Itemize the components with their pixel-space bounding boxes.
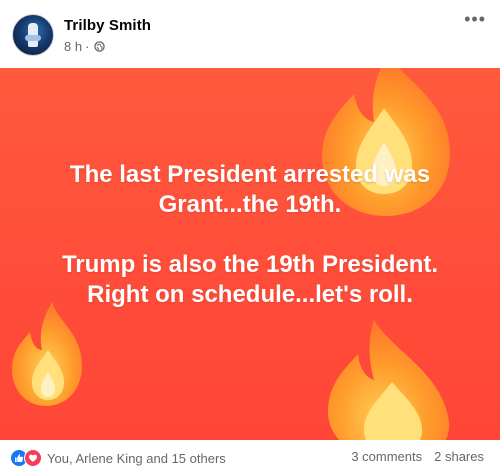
image-text-line-3: Trump is also the 19th President.: [61, 251, 439, 278]
post-image-text: The last President arrested was Grant...…: [0, 160, 500, 310]
fire-emoji-bottom-left: [12, 302, 82, 406]
engagement-counts: 3 comments 2 shares: [351, 449, 484, 464]
post-time[interactable]: 8 h: [64, 39, 82, 54]
facebook-post: Trilby Smith 8 h · ••• The last Presiden…: [0, 0, 500, 472]
post-image[interactable]: The last President arrested was Grant...…: [0, 68, 500, 440]
author-avatar[interactable]: [12, 14, 54, 56]
image-text-line-4: Right on schedule...let's roll.: [87, 281, 413, 308]
reaction-text[interactable]: You, Arlene King and 15 others: [47, 451, 226, 466]
post-footer: You, Arlene King and 15 others 3 comment…: [0, 440, 500, 472]
meta-separator: ·: [85, 39, 90, 54]
love-icon: [24, 449, 42, 467]
image-text-line-2: Grant...the 19th.: [158, 191, 342, 218]
shares-count[interactable]: 2 shares: [434, 449, 484, 464]
image-text-line-1: The last President arrested was: [69, 161, 431, 188]
comments-count[interactable]: 3 comments: [351, 449, 422, 464]
globe-icon[interactable]: [94, 41, 106, 52]
fire-emoji-bottom-right: [327, 320, 450, 440]
more-options-icon[interactable]: •••: [464, 10, 486, 28]
author-name[interactable]: Trilby Smith: [64, 17, 151, 34]
post-meta: 8 h ·: [64, 39, 106, 54]
reactions-summary[interactable]: You, Arlene King and 15 others: [10, 449, 226, 467]
post-header: Trilby Smith 8 h · •••: [0, 0, 500, 68]
